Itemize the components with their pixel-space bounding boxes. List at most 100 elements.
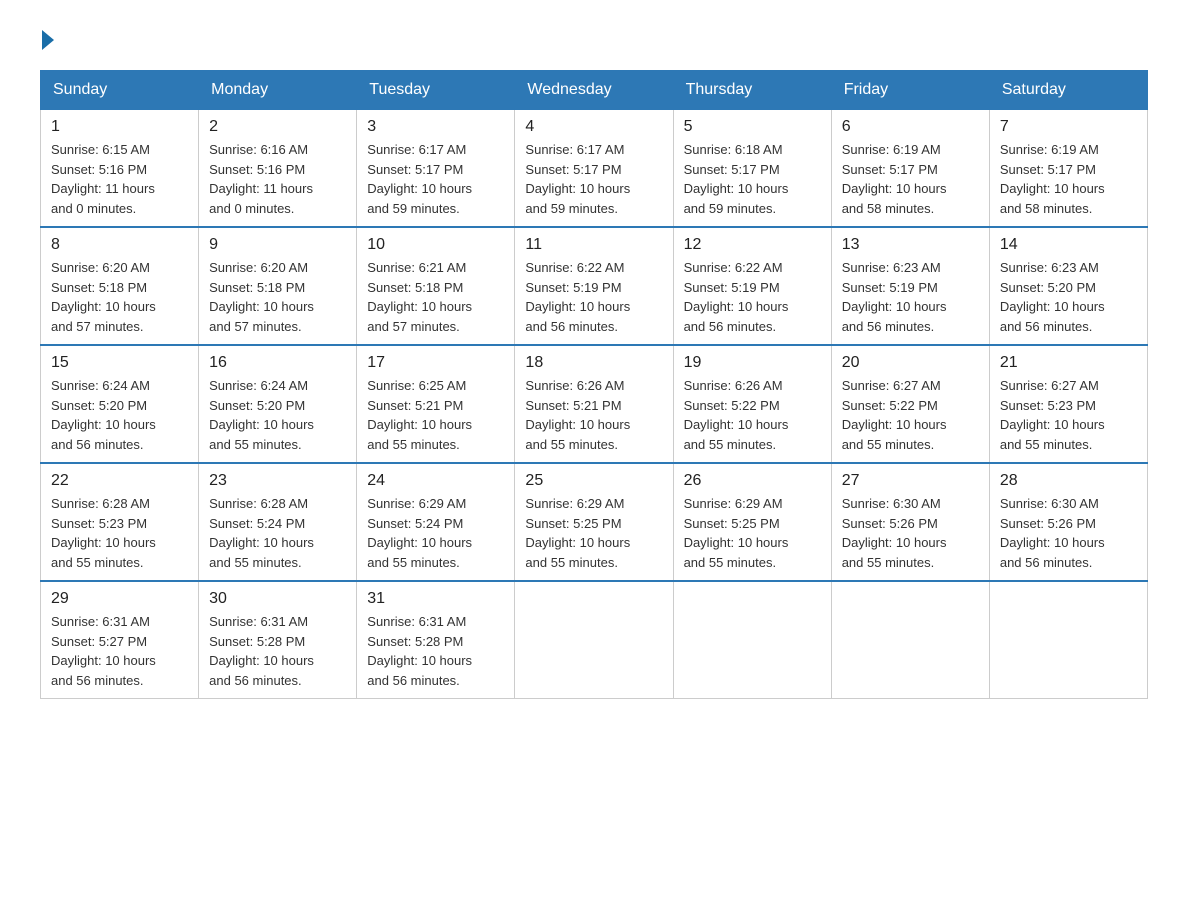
calendar-week-row: 29 Sunrise: 6:31 AMSunset: 5:27 PMDaylig…	[41, 581, 1148, 699]
day-info: Sunrise: 6:17 AMSunset: 5:17 PMDaylight:…	[367, 142, 472, 216]
calendar-cell: 14 Sunrise: 6:23 AMSunset: 5:20 PMDaylig…	[989, 227, 1147, 345]
day-info: Sunrise: 6:28 AMSunset: 5:23 PMDaylight:…	[51, 496, 156, 570]
day-number: 13	[842, 236, 979, 254]
calendar-cell: 18 Sunrise: 6:26 AMSunset: 5:21 PMDaylig…	[515, 345, 673, 463]
day-number: 19	[684, 354, 821, 372]
day-number: 14	[1000, 236, 1137, 254]
day-number: 2	[209, 118, 346, 136]
calendar-cell: 22 Sunrise: 6:28 AMSunset: 5:23 PMDaylig…	[41, 463, 199, 581]
day-info: Sunrise: 6:22 AMSunset: 5:19 PMDaylight:…	[525, 260, 630, 334]
day-header-sunday: Sunday	[41, 71, 199, 110]
calendar-cell: 17 Sunrise: 6:25 AMSunset: 5:21 PMDaylig…	[357, 345, 515, 463]
calendar-cell: 10 Sunrise: 6:21 AMSunset: 5:18 PMDaylig…	[357, 227, 515, 345]
day-number: 28	[1000, 472, 1137, 490]
day-header-row: SundayMondayTuesdayWednesdayThursdayFrid…	[41, 71, 1148, 110]
calendar-cell: 19 Sunrise: 6:26 AMSunset: 5:22 PMDaylig…	[673, 345, 831, 463]
day-number: 31	[367, 590, 504, 608]
day-info: Sunrise: 6:29 AMSunset: 5:24 PMDaylight:…	[367, 496, 472, 570]
calendar-cell: 4 Sunrise: 6:17 AMSunset: 5:17 PMDayligh…	[515, 110, 673, 228]
day-header-wednesday: Wednesday	[515, 71, 673, 110]
calendar-cell: 2 Sunrise: 6:16 AMSunset: 5:16 PMDayligh…	[199, 110, 357, 228]
calendar-cell: 20 Sunrise: 6:27 AMSunset: 5:22 PMDaylig…	[831, 345, 989, 463]
day-number: 1	[51, 118, 188, 136]
day-number: 25	[525, 472, 662, 490]
calendar-table: SundayMondayTuesdayWednesdayThursdayFrid…	[40, 70, 1148, 699]
calendar-week-row: 1 Sunrise: 6:15 AMSunset: 5:16 PMDayligh…	[41, 110, 1148, 228]
day-number: 26	[684, 472, 821, 490]
day-info: Sunrise: 6:26 AMSunset: 5:21 PMDaylight:…	[525, 378, 630, 452]
day-number: 10	[367, 236, 504, 254]
day-info: Sunrise: 6:20 AMSunset: 5:18 PMDaylight:…	[209, 260, 314, 334]
day-number: 21	[1000, 354, 1137, 372]
day-info: Sunrise: 6:24 AMSunset: 5:20 PMDaylight:…	[51, 378, 156, 452]
calendar-cell	[673, 581, 831, 699]
calendar-cell: 28 Sunrise: 6:30 AMSunset: 5:26 PMDaylig…	[989, 463, 1147, 581]
calendar-cell: 15 Sunrise: 6:24 AMSunset: 5:20 PMDaylig…	[41, 345, 199, 463]
calendar-cell: 7 Sunrise: 6:19 AMSunset: 5:17 PMDayligh…	[989, 110, 1147, 228]
day-number: 9	[209, 236, 346, 254]
calendar-week-row: 8 Sunrise: 6:20 AMSunset: 5:18 PMDayligh…	[41, 227, 1148, 345]
day-number: 29	[51, 590, 188, 608]
day-info: Sunrise: 6:15 AMSunset: 5:16 PMDaylight:…	[51, 142, 155, 216]
day-info: Sunrise: 6:27 AMSunset: 5:22 PMDaylight:…	[842, 378, 947, 452]
calendar-cell	[515, 581, 673, 699]
day-header-thursday: Thursday	[673, 71, 831, 110]
header	[40, 30, 1148, 50]
day-info: Sunrise: 6:31 AMSunset: 5:28 PMDaylight:…	[209, 614, 314, 688]
day-info: Sunrise: 6:18 AMSunset: 5:17 PMDaylight:…	[684, 142, 789, 216]
day-info: Sunrise: 6:17 AMSunset: 5:17 PMDaylight:…	[525, 142, 630, 216]
day-number: 12	[684, 236, 821, 254]
day-number: 6	[842, 118, 979, 136]
day-info: Sunrise: 6:31 AMSunset: 5:28 PMDaylight:…	[367, 614, 472, 688]
day-number: 8	[51, 236, 188, 254]
calendar-cell: 21 Sunrise: 6:27 AMSunset: 5:23 PMDaylig…	[989, 345, 1147, 463]
calendar-cell: 23 Sunrise: 6:28 AMSunset: 5:24 PMDaylig…	[199, 463, 357, 581]
day-number: 17	[367, 354, 504, 372]
day-number: 15	[51, 354, 188, 372]
calendar-cell: 3 Sunrise: 6:17 AMSunset: 5:17 PMDayligh…	[357, 110, 515, 228]
day-number: 11	[525, 236, 662, 254]
day-info: Sunrise: 6:20 AMSunset: 5:18 PMDaylight:…	[51, 260, 156, 334]
day-info: Sunrise: 6:27 AMSunset: 5:23 PMDaylight:…	[1000, 378, 1105, 452]
calendar-cell: 16 Sunrise: 6:24 AMSunset: 5:20 PMDaylig…	[199, 345, 357, 463]
day-info: Sunrise: 6:29 AMSunset: 5:25 PMDaylight:…	[684, 496, 789, 570]
day-number: 30	[209, 590, 346, 608]
calendar-cell: 9 Sunrise: 6:20 AMSunset: 5:18 PMDayligh…	[199, 227, 357, 345]
day-number: 22	[51, 472, 188, 490]
day-number: 20	[842, 354, 979, 372]
day-info: Sunrise: 6:22 AMSunset: 5:19 PMDaylight:…	[684, 260, 789, 334]
day-info: Sunrise: 6:23 AMSunset: 5:19 PMDaylight:…	[842, 260, 947, 334]
day-info: Sunrise: 6:16 AMSunset: 5:16 PMDaylight:…	[209, 142, 313, 216]
day-number: 27	[842, 472, 979, 490]
day-info: Sunrise: 6:29 AMSunset: 5:25 PMDaylight:…	[525, 496, 630, 570]
day-header-saturday: Saturday	[989, 71, 1147, 110]
calendar-cell: 29 Sunrise: 6:31 AMSunset: 5:27 PMDaylig…	[41, 581, 199, 699]
calendar-cell: 27 Sunrise: 6:30 AMSunset: 5:26 PMDaylig…	[831, 463, 989, 581]
day-info: Sunrise: 6:23 AMSunset: 5:20 PMDaylight:…	[1000, 260, 1105, 334]
calendar-cell: 24 Sunrise: 6:29 AMSunset: 5:24 PMDaylig…	[357, 463, 515, 581]
day-info: Sunrise: 6:30 AMSunset: 5:26 PMDaylight:…	[842, 496, 947, 570]
calendar-cell: 31 Sunrise: 6:31 AMSunset: 5:28 PMDaylig…	[357, 581, 515, 699]
calendar-cell: 26 Sunrise: 6:29 AMSunset: 5:25 PMDaylig…	[673, 463, 831, 581]
calendar-cell: 8 Sunrise: 6:20 AMSunset: 5:18 PMDayligh…	[41, 227, 199, 345]
day-number: 5	[684, 118, 821, 136]
day-info: Sunrise: 6:30 AMSunset: 5:26 PMDaylight:…	[1000, 496, 1105, 570]
calendar-cell: 13 Sunrise: 6:23 AMSunset: 5:19 PMDaylig…	[831, 227, 989, 345]
calendar-cell: 11 Sunrise: 6:22 AMSunset: 5:19 PMDaylig…	[515, 227, 673, 345]
calendar-cell: 6 Sunrise: 6:19 AMSunset: 5:17 PMDayligh…	[831, 110, 989, 228]
day-info: Sunrise: 6:28 AMSunset: 5:24 PMDaylight:…	[209, 496, 314, 570]
day-info: Sunrise: 6:31 AMSunset: 5:27 PMDaylight:…	[51, 614, 156, 688]
calendar-cell: 30 Sunrise: 6:31 AMSunset: 5:28 PMDaylig…	[199, 581, 357, 699]
calendar-cell: 25 Sunrise: 6:29 AMSunset: 5:25 PMDaylig…	[515, 463, 673, 581]
day-number: 23	[209, 472, 346, 490]
day-info: Sunrise: 6:25 AMSunset: 5:21 PMDaylight:…	[367, 378, 472, 452]
calendar-week-row: 15 Sunrise: 6:24 AMSunset: 5:20 PMDaylig…	[41, 345, 1148, 463]
calendar-cell: 1 Sunrise: 6:15 AMSunset: 5:16 PMDayligh…	[41, 110, 199, 228]
day-number: 7	[1000, 118, 1137, 136]
day-number: 18	[525, 354, 662, 372]
calendar-cell: 5 Sunrise: 6:18 AMSunset: 5:17 PMDayligh…	[673, 110, 831, 228]
day-number: 24	[367, 472, 504, 490]
day-info: Sunrise: 6:19 AMSunset: 5:17 PMDaylight:…	[842, 142, 947, 216]
calendar-week-row: 22 Sunrise: 6:28 AMSunset: 5:23 PMDaylig…	[41, 463, 1148, 581]
day-info: Sunrise: 6:19 AMSunset: 5:17 PMDaylight:…	[1000, 142, 1105, 216]
